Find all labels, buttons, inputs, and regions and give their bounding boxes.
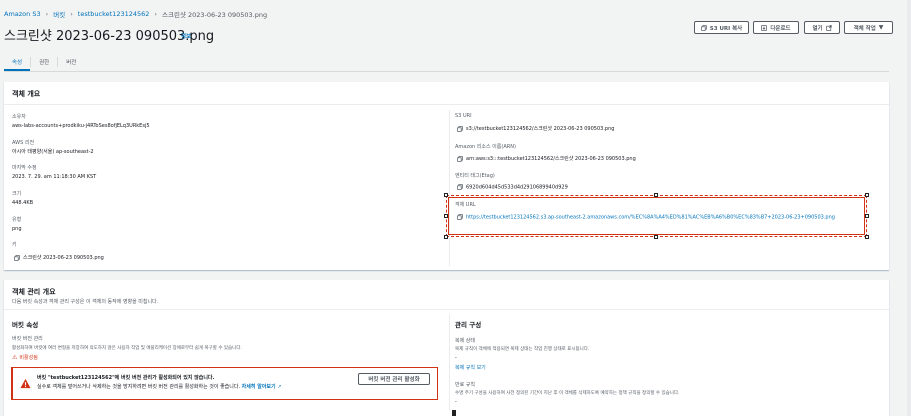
view-replication-rules-link[interactable]: 복제 규칙 보기 (455, 364, 486, 371)
resize-handle[interactable] (865, 235, 869, 239)
copy-icon (700, 24, 707, 31)
type-value: png (12, 226, 22, 232)
replication-value: - (455, 355, 457, 361)
tab-bar: 속성 권한 버전 (4, 55, 889, 72)
versioning-description: 활성화하여 버킷에 여러 변형을 저장하여 의도하지 않은 사용자 작업 및 애… (12, 346, 242, 351)
warning-title: 버킷 "testbucket123124562"에 버킷 버전 관리가 활성화되… (37, 375, 215, 381)
arn-value: arn:aws:s3:::testbucket123124562/스크린샷 20… (457, 155, 636, 162)
s3-uri-value: s3://testbucket123124562/스크린샷 2023-06-23… (457, 125, 614, 132)
external-link-icon: ↗ (277, 384, 282, 390)
replication-label: 복제 상태 (455, 338, 475, 344)
selection-inner (448, 197, 865, 235)
tab-permissions[interactable]: 권한 (31, 55, 57, 71)
copy-icon[interactable] (457, 155, 463, 162)
versioning-warning-alert: 버킷 "testbucket123124562"에 버킷 버전 관리가 활성화되… (11, 367, 438, 400)
open-button[interactable]: 열기 (804, 21, 840, 34)
chevron-right-icon: › (45, 10, 49, 18)
object-actions-button[interactable]: 객체 작업 ▼ (844, 21, 893, 34)
last-modified-value: 2023. 7. 29. am 11:18:30 AM KST (12, 174, 97, 180)
copy-s3-uri-button[interactable]: S3 URI 복사 (694, 21, 749, 34)
arn-label: Amazon 리소스 이름(ARN) (455, 144, 516, 150)
tab-properties[interactable]: 속성 (4, 55, 31, 71)
size-value: 448.4KB (12, 200, 34, 206)
s3-uri-label: S3 URI (455, 113, 472, 119)
warning-message: 실수로 객체를 덮어쓰거나 삭제하는 것을 방지하려면 버킷 버전 관리를 활성… (37, 384, 282, 390)
divider (4, 104, 889, 105)
key-value: 스크린샷 2023-06-23 090503.png (14, 254, 104, 261)
expiry-value: - (455, 399, 457, 405)
external-link-icon (825, 24, 832, 31)
etag-value: 6920d604d45d533d4d2910689940d929 (457, 184, 568, 191)
size-label: 크기 (12, 191, 22, 197)
key-label: 키 (12, 242, 17, 248)
chevron-right-icon: › (154, 10, 158, 18)
column-divider (449, 314, 450, 410)
resize-handle[interactable] (444, 193, 448, 197)
last-modified-label: 마지막 수정 (12, 165, 37, 171)
resize-handle[interactable] (865, 214, 869, 218)
breadcrumb: Amazon S3 › 버킷 › testbucket123124562 › 스… (4, 9, 267, 19)
expiry-description: 수명 주기 구성을 사용하여 사전 정의된 기간이 지난 후 이 객체를 삭제하… (455, 391, 680, 396)
copy-icon[interactable] (457, 184, 463, 190)
tab-versions[interactable]: 버전 (58, 55, 84, 71)
panel-title: 객체 관리 개요 (12, 288, 56, 296)
object-overview-panel: 객체 개요 (4, 82, 889, 270)
column-divider (449, 110, 450, 266)
resize-handle[interactable] (654, 235, 658, 239)
panel-title: 객체 개요 (12, 90, 41, 98)
copy-icon[interactable] (14, 254, 20, 261)
etag-label: 엔티티 태그(Etag) (455, 173, 495, 179)
warning-icon (20, 374, 31, 389)
download-button[interactable]: 다운로드 (753, 21, 799, 34)
panel-subtitle: 다음 버킷 속성과 객체 관리 구성은 이 객체의 동작에 영향을 미칩니다. (12, 299, 159, 305)
warning-icon: ⚠ (12, 354, 18, 361)
vertical-scrollbar[interactable] (907, 0, 911, 416)
breadcrumb-s3[interactable]: Amazon S3 (4, 10, 41, 18)
scroll-indicator (452, 410, 456, 416)
breadcrumb-current: 스크린샷 2023-06-23 090503.png (162, 11, 268, 19)
chevron-right-icon: › (70, 10, 73, 18)
breadcrumb-bucket[interactable]: testbucket123124562 (78, 10, 150, 18)
enable-versioning-button[interactable]: 버킷 버전 관리 활성화 (358, 373, 430, 385)
selection-box (446, 195, 867, 237)
type-label: 유형 (12, 217, 22, 223)
resize-handle[interactable] (444, 235, 448, 239)
download-icon (761, 24, 768, 31)
copy-icon[interactable] (457, 125, 463, 132)
versioning-label: 버킷 버전 관리 (12, 336, 43, 342)
resize-handle[interactable] (444, 214, 448, 218)
replication-description: 복제 규칙이 객체에 적용되면 복제 상태는 작업 진행 상태로 표시됩니다. (455, 347, 590, 352)
divider (4, 309, 889, 310)
owner-value: aws-labs-accounts+prodkiku-j4RToSes8ofjE… (12, 123, 150, 129)
info-link[interactable]: 정보 (181, 32, 191, 40)
expiry-label: 만료 규칙 (455, 382, 475, 388)
region-value: 아시아 태평양(서울) ap-southeast-2 (12, 149, 94, 155)
learn-more-link[interactable]: 자세히 알아보기 (242, 384, 276, 390)
versioning-status: ⚠ 비활성됨 (12, 354, 38, 361)
management-config-title: 관리 구성 (455, 321, 482, 329)
caret-down-icon: ▼ (878, 24, 884, 31)
breadcrumb-buckets[interactable]: 버킷 (53, 9, 65, 19)
resize-handle[interactable] (865, 193, 869, 197)
bucket-properties-title: 버킷 속성 (12, 321, 39, 329)
owner-label: 소유자 (12, 114, 26, 120)
resize-handle[interactable] (654, 193, 658, 197)
region-label: AWS 리전 (12, 140, 35, 146)
